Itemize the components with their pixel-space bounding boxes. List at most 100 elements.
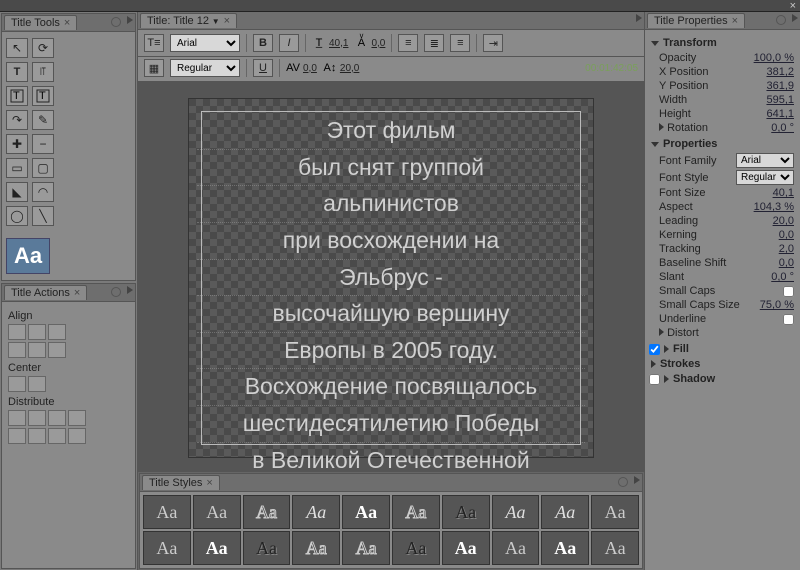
rectangle-tool[interactable]: ▭	[6, 158, 28, 178]
font-family-select[interactable]: Arial	[170, 34, 240, 52]
close-icon[interactable]: ×	[64, 17, 70, 29]
style-swatch[interactable]: Aa	[591, 495, 639, 529]
tracking-value[interactable]: 2,0	[779, 243, 794, 255]
underline-btn[interactable]: U	[253, 59, 273, 77]
title-line[interactable]: альпинистов	[197, 186, 585, 223]
center-h-btn[interactable]	[8, 376, 26, 392]
style-swatch[interactable]: Aa	[193, 495, 241, 529]
title-line[interactable]: Восхождение посвящалось	[197, 369, 585, 406]
style-swatch[interactable]: Aa	[243, 495, 291, 529]
style-swatch[interactable]: Aa	[193, 531, 241, 565]
bold-btn[interactable]: B	[253, 34, 273, 52]
tab-title-styles[interactable]: Title Styles×	[142, 475, 220, 490]
rotation-value[interactable]: 0,0 °	[771, 122, 794, 134]
properties-section[interactable]: Properties	[651, 138, 794, 150]
close-icon[interactable]: ×	[224, 15, 230, 27]
area-type-tool[interactable]: T	[6, 86, 28, 106]
baseline-value[interactable]: 0,0	[779, 257, 794, 269]
align-top-btn[interactable]	[8, 342, 26, 358]
flyout-icon[interactable]	[634, 476, 640, 484]
align-left-btn[interactable]	[8, 324, 26, 340]
title-line[interactable]: в Великой Отечественной	[197, 443, 585, 472]
style-swatch[interactable]: Aa	[392, 531, 440, 565]
align-right-btn[interactable]	[48, 324, 66, 340]
style-swatch[interactable]: Aa	[292, 495, 340, 529]
wedge-tool[interactable]: ◣	[6, 182, 28, 202]
smallcapssize-value[interactable]: 75,0 %	[760, 299, 794, 311]
title-line[interactable]: Европы в 2005 году.	[197, 333, 585, 370]
height-value[interactable]: 641,1	[766, 108, 794, 120]
title-line[interactable]: Эльбрус -	[197, 260, 585, 297]
leading-value[interactable]: 20,0	[773, 215, 794, 227]
style-swatch[interactable]: Aa	[541, 495, 589, 529]
pen-tool[interactable]: ✎	[32, 110, 54, 130]
align-bottom-btn[interactable]	[48, 342, 66, 358]
style-swatch[interactable]: Aa	[342, 495, 390, 529]
aspect-value[interactable]: 104,3 %	[754, 201, 794, 213]
rotate-tool[interactable]: ⟳	[32, 38, 54, 58]
dist-6-btn[interactable]	[28, 428, 46, 444]
title-canvas[interactable]: Этот фильм был снят группой альпинистов …	[188, 98, 594, 458]
style-swatch[interactable]: Aa	[292, 531, 340, 565]
style-swatch[interactable]: Aa	[143, 531, 191, 565]
center-v-btn[interactable]	[28, 376, 46, 392]
flyout-icon[interactable]	[636, 14, 642, 22]
style-swatch[interactable]: Aa	[591, 531, 639, 565]
style-swatch[interactable]: Aa	[442, 495, 490, 529]
fontsize-value[interactable]: 40,1	[773, 187, 794, 199]
dist-4-btn[interactable]	[68, 410, 86, 426]
fill-section[interactable]: Fill	[651, 343, 794, 355]
dist-5-btn[interactable]	[8, 428, 26, 444]
dist-8-btn[interactable]	[68, 428, 86, 444]
style-swatch[interactable]: Aa	[492, 495, 540, 529]
flyout-icon[interactable]	[127, 286, 133, 294]
underline-checkbox[interactable]	[783, 314, 794, 325]
font-size-value[interactable]: 40,1	[329, 38, 348, 49]
kerning-value[interactable]: 0,0	[371, 38, 385, 49]
dist-1-btn[interactable]	[8, 410, 26, 426]
title-line[interactable]: шестидесятилетию Победы	[197, 406, 585, 443]
arc-tool[interactable]: ◠	[32, 182, 54, 202]
align-left-btn[interactable]: ≡	[398, 34, 418, 52]
align-center-btn[interactable]: ≣	[424, 34, 444, 52]
transform-section[interactable]: Transform	[651, 37, 794, 49]
style-swatch[interactable]: Aa	[243, 531, 291, 565]
align-right-btn[interactable]: ≡	[450, 34, 470, 52]
tab-title-properties[interactable]: Title Properties×	[647, 13, 745, 28]
slant-value[interactable]: 0,0 °	[771, 271, 794, 283]
kerning-value[interactable]: 0,0	[779, 229, 794, 241]
leading-value[interactable]: 20,0	[340, 63, 359, 74]
dist-2-btn[interactable]	[28, 410, 46, 426]
title-line[interactable]: был снят группой	[197, 150, 585, 187]
align-vcenter-btn[interactable]	[28, 342, 46, 358]
title-line[interactable]: при восхождении на	[197, 223, 585, 260]
font-family-select[interactable]: Arial	[736, 153, 794, 168]
title-line[interactable]: Этот фильм	[197, 113, 585, 150]
close-icon[interactable]: ×	[74, 287, 80, 299]
font-style-select[interactable]: Regular	[170, 59, 240, 77]
line-tool[interactable]: ╲	[32, 206, 54, 226]
style-swatch[interactable]: Aa	[342, 531, 390, 565]
shadow-checkbox[interactable]	[649, 374, 660, 385]
font-style-select[interactable]: Regular	[736, 170, 794, 185]
templates-btn[interactable]: ▦	[144, 59, 164, 77]
tab-title-actions[interactable]: Title Actions×	[4, 285, 87, 300]
rounded-rect-tool[interactable]: ▢	[32, 158, 54, 178]
tab-stops-btn[interactable]: ⇥	[483, 34, 503, 52]
shadow-section[interactable]: Shadow	[651, 373, 794, 385]
style-swatch[interactable]: Aa	[392, 495, 440, 529]
italic-btn[interactable]: I	[279, 34, 299, 52]
dist-7-btn[interactable]	[48, 428, 66, 444]
selection-tool[interactable]: ↖	[6, 38, 28, 58]
tab-title-tools[interactable]: Title Tools×	[4, 15, 77, 30]
yposition-value[interactable]: 361,9	[766, 80, 794, 92]
strokes-section[interactable]: Strokes	[651, 358, 794, 370]
tab-titler[interactable]: Title: Title 12 ▼×	[140, 13, 237, 28]
flyout-icon[interactable]	[792, 14, 798, 22]
flyout-icon[interactable]	[127, 16, 133, 24]
tracking-value[interactable]: 0,0	[303, 63, 317, 74]
dist-3-btn[interactable]	[48, 410, 66, 426]
ellipse-tool[interactable]: ◯	[6, 206, 28, 226]
xposition-value[interactable]: 381,2	[766, 66, 794, 78]
delete-anchor-tool[interactable]: −	[32, 134, 54, 154]
